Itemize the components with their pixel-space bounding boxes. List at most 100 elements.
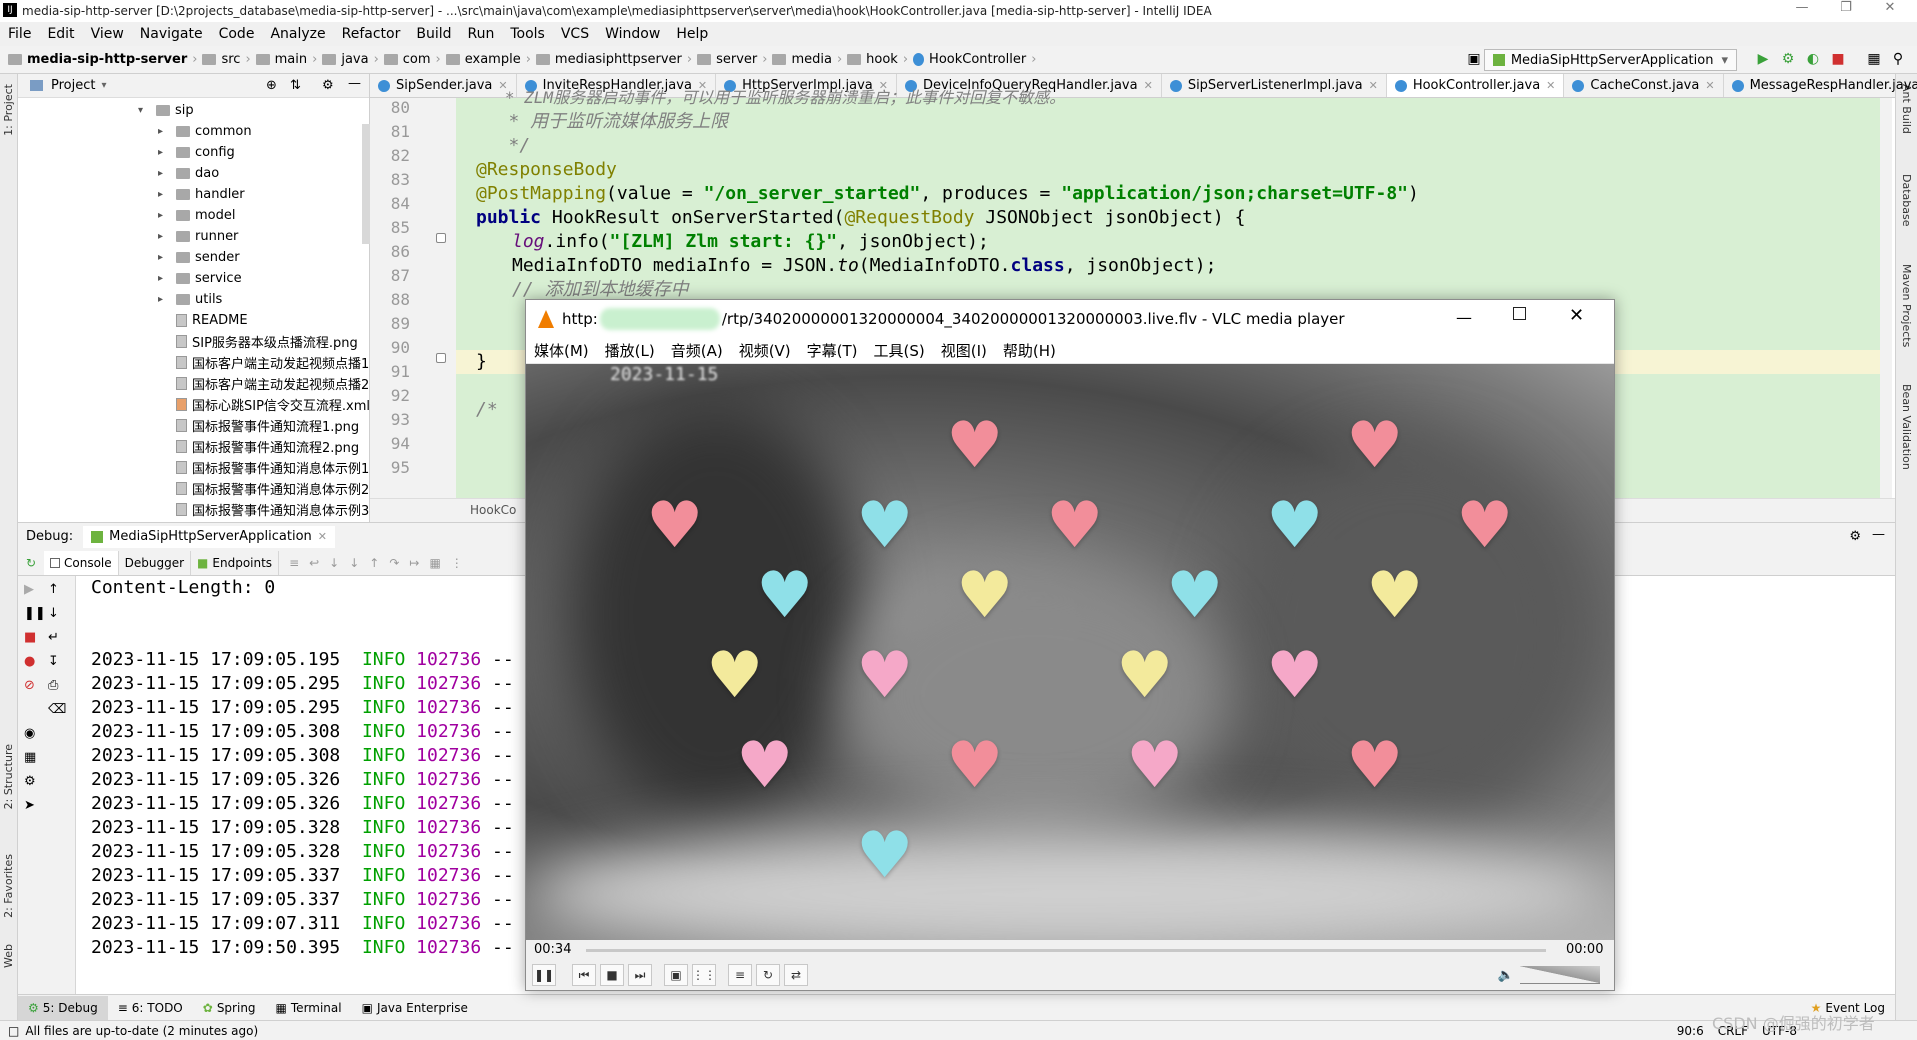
- tree-folder-sip[interactable]: ▾ sip: [138, 100, 194, 121]
- breadcrumb-server[interactable]: server: [694, 52, 760, 67]
- pause-button[interactable]: ❚❚: [532, 964, 556, 986]
- tool-favorites[interactable]: 2: Favorites: [2, 854, 15, 918]
- menu-code[interactable]: Code: [211, 26, 263, 42]
- tree-file[interactable]: 国标报警事件通知流程2.png: [176, 436, 359, 457]
- close-icon[interactable]: ✕: [1144, 79, 1153, 92]
- seek-bar[interactable]: [586, 949, 1546, 952]
- tree-folder[interactable]: ▸ config: [158, 142, 235, 163]
- up-icon[interactable]: ↑: [48, 582, 59, 597]
- vlc-menu-playback[interactable]: 播放(L): [597, 340, 663, 361]
- mute-breakpoints-icon[interactable]: ⊘: [24, 678, 35, 693]
- tree-file[interactable]: SIP服务器本级点播流程.png: [176, 331, 358, 352]
- next-button[interactable]: ⏭: [628, 964, 652, 986]
- volume-slider[interactable]: [1520, 966, 1600, 984]
- minimize-icon[interactable]: —: [1456, 308, 1472, 327]
- tab-endpoints[interactable]: ■ Endpoints: [191, 550, 280, 575]
- tree-file[interactable]: 国标心跳SIP信令交互流程.xml: [176, 394, 370, 415]
- run-config-select[interactable]: MediaSipHttpServerApplication ▾: [1483, 49, 1737, 71]
- menu-navigate[interactable]: Navigate: [132, 26, 211, 42]
- coverage-icon[interactable]: ◐: [1805, 51, 1821, 67]
- volume-icon[interactable]: 🔈: [1498, 968, 1514, 983]
- tab-spring[interactable]: ✿ Spring: [193, 996, 266, 1020]
- vlc-menu-audio[interactable]: 音频(A): [663, 340, 731, 361]
- breadcrumb-src[interactable]: src: [199, 52, 243, 67]
- tab-messageresphandler[interactable]: MessageRespHandler.java✕: [1724, 74, 1917, 97]
- breadcrumb-example[interactable]: example: [443, 52, 524, 67]
- resume-icon[interactable]: ▶: [24, 582, 34, 597]
- tab-hookcontroller[interactable]: HookController.java ✕: [1386, 74, 1565, 97]
- vlc-menu-help[interactable]: 帮助(H): [995, 340, 1064, 361]
- playlist-button[interactable]: ≡: [728, 964, 752, 986]
- debug-session-tab[interactable]: MediaSipHttpServerApplication ✕: [83, 525, 336, 548]
- step-toolbar[interactable]: ≡↩↓↓↑↷↦▦⋮: [289, 556, 473, 570]
- layout-icon[interactable]: ▦: [24, 750, 36, 765]
- close-icon[interactable]: ✕: [1369, 79, 1378, 92]
- vlc-menu-tools[interactable]: 工具(S): [866, 340, 933, 361]
- menu-help[interactable]: Help: [668, 26, 716, 42]
- tab-cacheconst[interactable]: CacheConst.java ✕: [1564, 74, 1724, 97]
- gear-icon[interactable]: ⚙: [322, 78, 334, 93]
- menu-analyze[interactable]: Analyze: [262, 26, 333, 42]
- fold-icon[interactable]: [436, 353, 446, 363]
- tree-folder[interactable]: ▸ runner: [158, 226, 238, 247]
- vlc-menu-video[interactable]: 视频(V): [731, 340, 799, 361]
- hide-panel-icon[interactable]: —: [348, 76, 361, 91]
- menu-tools[interactable]: Tools: [502, 26, 553, 42]
- fullscreen-button[interactable]: ▣: [664, 964, 688, 986]
- project-structure-icon[interactable]: ▣: [1466, 51, 1482, 67]
- tree-folder[interactable]: ▸ dao: [158, 163, 219, 184]
- tree-folder[interactable]: ▸ service: [158, 268, 242, 289]
- tab-terminal[interactable]: ▦ Terminal: [266, 996, 352, 1020]
- tree-folder[interactable]: ▸ sender: [158, 247, 240, 268]
- breadcrumb-project[interactable]: media-sip-http-server: [0, 52, 190, 67]
- breadcrumb-java[interactable]: java: [319, 52, 371, 67]
- print-icon[interactable]: ⎙: [48, 678, 58, 693]
- minimize-icon[interactable]: —: [1780, 0, 1824, 22]
- tree-folder[interactable]: ▸ model: [158, 205, 235, 226]
- pause-icon[interactable]: ❚❚: [24, 606, 46, 621]
- tree-file[interactable]: 国标报警事件通知消息体示例1.p: [176, 457, 382, 478]
- tool-structure[interactable]: 2: Structure: [2, 744, 15, 809]
- tree-folder[interactable]: ▸ handler: [158, 184, 245, 205]
- restore-icon[interactable]: ❐: [1824, 0, 1868, 22]
- close-icon[interactable]: ✕: [1546, 79, 1555, 92]
- project-view-select[interactable]: Project: [51, 78, 95, 93]
- tool-project[interactable]: 1: Project: [2, 84, 15, 136]
- tree-folder[interactable]: ▸ common: [158, 121, 252, 142]
- menu-run[interactable]: Run: [460, 26, 503, 42]
- loop-button[interactable]: ↻: [756, 964, 780, 986]
- gear-icon[interactable]: ⚙: [24, 774, 36, 789]
- breadcrumb-com[interactable]: com: [381, 52, 434, 67]
- hide-panel-icon[interactable]: —: [1872, 527, 1885, 542]
- tab-java-enterprise[interactable]: ▣ Java Enterprise: [352, 996, 478, 1020]
- menu-window[interactable]: Window: [597, 26, 668, 42]
- sdk-icon[interactable]: ▦: [1866, 51, 1882, 67]
- down-icon[interactable]: ↓: [48, 606, 59, 621]
- menu-edit[interactable]: Edit: [39, 26, 82, 42]
- vlc-menu-view[interactable]: 视图(I): [933, 340, 995, 361]
- rerun-icon[interactable]: ↻: [18, 556, 44, 570]
- trash-icon[interactable]: ⌫: [48, 702, 66, 717]
- vlc-menu-subtitle[interactable]: 字幕(T): [799, 340, 866, 361]
- scrollbar[interactable]: [362, 124, 370, 244]
- tab-debugger[interactable]: Debugger: [119, 550, 192, 575]
- tool-web[interactable]: Web: [2, 944, 15, 968]
- collapse-all-icon[interactable]: ⇅: [290, 78, 301, 93]
- run-icon[interactable]: ▶: [1755, 51, 1771, 67]
- tab-debug[interactable]: ⚙ 5: Debug: [18, 995, 108, 1020]
- shuffle-button[interactable]: ⇄: [784, 964, 808, 986]
- maximize-icon[interactable]: [1513, 307, 1526, 320]
- breadcrumb-media[interactable]: media: [769, 52, 835, 67]
- previous-button[interactable]: ⏮: [572, 964, 596, 986]
- stop-icon[interactable]: ■: [1830, 51, 1846, 67]
- pin-icon[interactable]: ➤: [24, 798, 35, 813]
- breadcrumb-main[interactable]: main: [253, 52, 310, 67]
- close-icon[interactable]: ✕: [1705, 79, 1714, 92]
- menu-file[interactable]: File: [0, 26, 39, 42]
- soft-wrap-icon[interactable]: ↵: [48, 630, 59, 645]
- search-icon[interactable]: ⚲: [1890, 51, 1906, 67]
- tree-file[interactable]: README: [176, 310, 248, 331]
- tool-maven-projects[interactable]: Maven Projects: [1900, 264, 1913, 347]
- tree-file[interactable]: 国标报警事件通知流程1.png: [176, 415, 359, 436]
- tree-file[interactable]: 国标客户端主动发起视频点播1.P: [176, 352, 381, 373]
